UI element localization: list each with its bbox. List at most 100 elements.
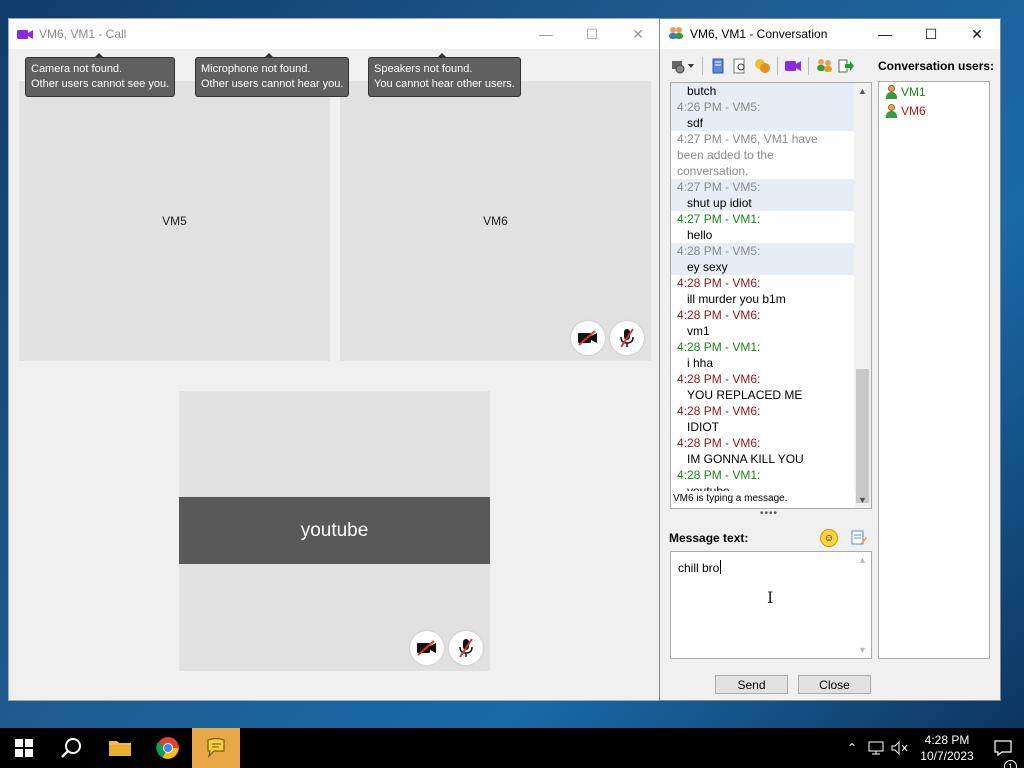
mic-off-icon[interactable] [449,631,483,665]
close-button[interactable]: ✕ [615,19,661,49]
conversation-users-label: Conversation users: [878,59,995,73]
user-name: VM1 [901,84,926,99]
message-header: 4:28 PM - VM6: [677,436,761,450]
message-header: 4:28 PM - VM6: [677,276,761,290]
message-text: IDIOT [687,420,719,434]
notification-count-badge: 1 [1004,760,1017,768]
message-text: shut up idiot [671,195,854,211]
toolbar-separator [808,57,809,75]
conversation-titlebar[interactable]: VM6, VM1 - Conversation — ☐ ✕ [660,19,1000,49]
conversation-users-list: VM1 VM6 [878,81,990,659]
maximize-button[interactable]: ☐ [908,19,954,49]
splitter-grip[interactable]: •••• [760,509,778,519]
clock-date: 10/7/2023 [920,749,974,763]
message-header: 4:28 PM - VM6: [677,308,761,322]
call-titlebar[interactable]: VM6, VM1 - Call — ☐ ✕ [9,19,661,49]
add-user-icon[interactable] [815,57,833,75]
toolbar-separator [777,57,778,75]
mic-off-icon[interactable] [610,321,644,355]
user-item[interactable]: VM6 [879,101,989,120]
participant-name: VM6 [483,214,508,228]
notification-center-icon[interactable]: 1 [982,740,1024,768]
message-text: i hha [687,356,714,370]
speakers-warning-tooltip: Speakers not found. You cannot hear othe… [368,53,521,97]
message-header: 4:28 PM - VM6: [677,404,761,418]
system-tray: ⌃ 4:28 PM 10/7/2023 1 [840,728,1024,768]
typing-status: VM6 is typing a message. [672,491,855,507]
message-text: ill murder you b1m [687,292,786,306]
chrome-icon[interactable] [144,728,192,768]
user-name: VM6 [901,103,926,118]
tooltip-line: Microphone not found. [201,63,311,75]
smiley-icon[interactable]: ☺ [820,529,838,547]
message-input-text[interactable]: chill bro [678,560,722,575]
toolbar-separator [702,57,703,75]
maximize-button[interactable]: ☐ [569,19,615,49]
message-history[interactable]: butch 4:26 PM - VM5: sdf 4:27 PM - VM6, VM1… [670,82,872,509]
search-icon[interactable] [48,728,96,768]
camera-warning-tooltip: Camera not found. Other users cannot see… [25,53,176,97]
participant-name: VM5 [162,214,187,228]
format-text-icon[interactable] [850,529,868,547]
scrollbar-thumb[interactable] [856,369,869,503]
file-explorer-icon[interactable] [96,728,144,768]
conversation-toolbar [670,55,855,77]
scroll-up-arrow-icon[interactable]: ▲ [854,83,871,99]
input-scrollbar[interactable]: ▲ ▼ [854,552,871,658]
minimize-button[interactable]: — [523,19,569,49]
call-window-title: VM6, VM1 - Call [39,27,127,41]
message-text: sdf [671,115,854,131]
camera-off-icon[interactable] [571,321,605,355]
input-value: chill bro [678,561,720,575]
clock-time: 4:28 PM [924,733,970,747]
minimize-button[interactable]: — [862,19,908,49]
message-header: 4:28 PM - VM1: [677,340,761,354]
message-header: 4:28 PM - VM6: [677,372,761,386]
close-button[interactable]: ✕ [954,19,1000,49]
tooltip-line: Other users cannot see you. [31,78,170,90]
message-header: conversation. [677,164,749,178]
scroll-down-arrow-icon[interactable]: ▼ [854,642,871,658]
scroll-down-arrow-icon[interactable]: ▼ [854,492,871,508]
network-icon[interactable] [864,741,888,755]
message-header: 4:27 PM - VM1: [677,212,761,226]
tooltip-line: Camera not found. [31,63,123,75]
document-search-icon[interactable] [731,57,749,75]
message-header: been added to the [677,148,774,162]
start-button[interactable] [0,728,48,768]
send-button[interactable]: Send [715,675,788,694]
message-text-label: Message text: [669,531,749,545]
user-item[interactable]: VM1 [879,82,989,101]
tooltip-line: Other users cannot hear you. [201,78,344,90]
message-text: IM GONNA KILL YOU [687,452,804,466]
video-camera-icon [17,29,33,40]
emoticons-icon[interactable] [753,57,771,75]
messenger-app-icon[interactable] [192,728,240,768]
message-text: hello [687,228,713,242]
users-icon [668,26,684,43]
self-video-tile: youtube [179,391,490,671]
tooltip-line: You cannot hear other users. [374,78,515,90]
message-input[interactable]: chill bro ▲ ▼ I [670,551,872,659]
video-tile-vm5: VM5 [19,81,330,361]
message-text: vm1 [687,324,710,338]
clock[interactable]: 4:28 PM 10/7/2023 [912,732,982,764]
camera-off-icon[interactable] [410,631,444,665]
taskbar: ⌃ 4:28 PM 10/7/2023 1 [0,728,1024,768]
microphone-warning-tooltip: Microphone not found. Other users cannot… [195,53,350,97]
notebook-icon[interactable] [709,57,727,75]
message-text: ey sexy [671,259,854,275]
leave-conversation-icon[interactable] [837,57,855,75]
close-conversation-button[interactable]: Close [798,675,871,694]
video-call-icon[interactable] [784,57,802,75]
message-list: butch 4:26 PM - VM5: sdf 4:27 PM - VM6, VM1… [671,83,854,499]
message-header: 4:28 PM - VM1: [677,468,761,482]
self-video-caption: youtube [179,497,490,564]
message-scrollbar[interactable]: ▲ ▼ [854,83,871,508]
volume-muted-icon[interactable] [888,741,912,755]
settings-dropdown-icon[interactable] [670,57,696,75]
conversation-window: VM6, VM1 - Conversation — ☐ ✕ Conversati… [659,18,1001,701]
video-tile-vm6: VM6 [340,81,651,361]
chevron-up-icon[interactable]: ⌃ [840,741,864,755]
scroll-up-arrow-icon[interactable]: ▲ [854,552,871,568]
